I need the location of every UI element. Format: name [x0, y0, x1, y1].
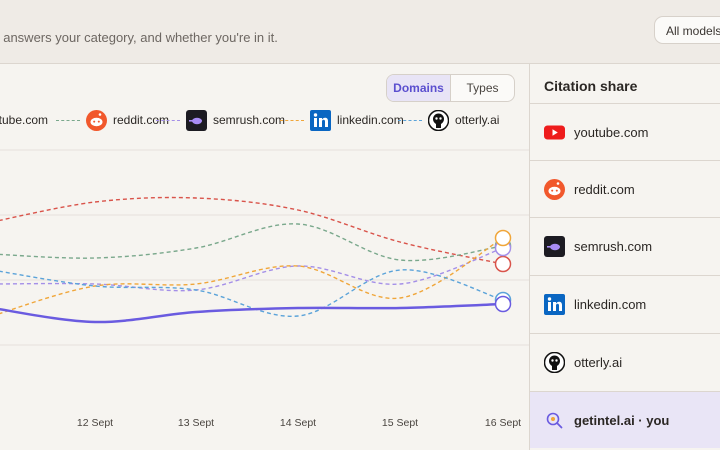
series-line-getintel-ai	[0, 302, 504, 324]
citation-row-semrush[interactable]: semrush.com	[530, 217, 720, 274]
row-label: semrush.com	[574, 238, 653, 254]
chart-lines	[0, 196, 504, 324]
linkedin-icon	[544, 293, 565, 315]
end-marker-getintel-ai	[494, 295, 512, 313]
chart-end-markers	[494, 229, 512, 313]
row-label: reddit.com	[574, 181, 635, 197]
row-label: linkedin.com	[574, 296, 647, 312]
row-label: getintel.ai · you	[574, 412, 670, 428]
end-marker-linkedin-com	[494, 229, 512, 247]
row-label: otterly.ai	[574, 354, 623, 370]
chart-grid	[0, 149, 529, 346]
series-line-youtube-com	[0, 196, 504, 265]
citation-row-getintel-you[interactable]: getintel.ai · you	[530, 391, 720, 448]
otterly-icon	[543, 351, 566, 373]
citation-row-youtube[interactable]: youtube.com	[530, 103, 720, 160]
youtube-icon	[544, 122, 565, 143]
row-label: youtube.com	[574, 124, 649, 140]
citation-row-reddit[interactable]: reddit.com	[530, 160, 720, 217]
x-tick-label: 13 Sept	[177, 417, 215, 429]
models-dropdown-button[interactable]: All models	[654, 16, 720, 44]
x-tick-label: 15 Sept	[381, 417, 419, 429]
getintel-search-icon	[544, 410, 565, 431]
panel-title: Citation share	[544, 78, 638, 94]
line-chart	[0, 149, 529, 346]
citation-row-linkedin[interactable]: linkedin.com	[530, 275, 720, 332]
series-line-reddit-com	[0, 223, 504, 262]
x-tick-label: 12 Sept	[76, 417, 114, 429]
semrush-icon	[544, 235, 565, 257]
citation-row-otterly[interactable]: otterly.ai	[530, 333, 720, 390]
x-tick-label: 16 Sept	[484, 417, 522, 429]
citation-share-panel: Citation share youtube.com reddit.com se…	[529, 64, 720, 450]
x-tick-label: 14 Sept	[279, 417, 317, 429]
reddit-icon	[544, 178, 565, 200]
end-marker-youtube-com	[494, 255, 512, 273]
series-line-linkedin-com	[0, 237, 504, 315]
